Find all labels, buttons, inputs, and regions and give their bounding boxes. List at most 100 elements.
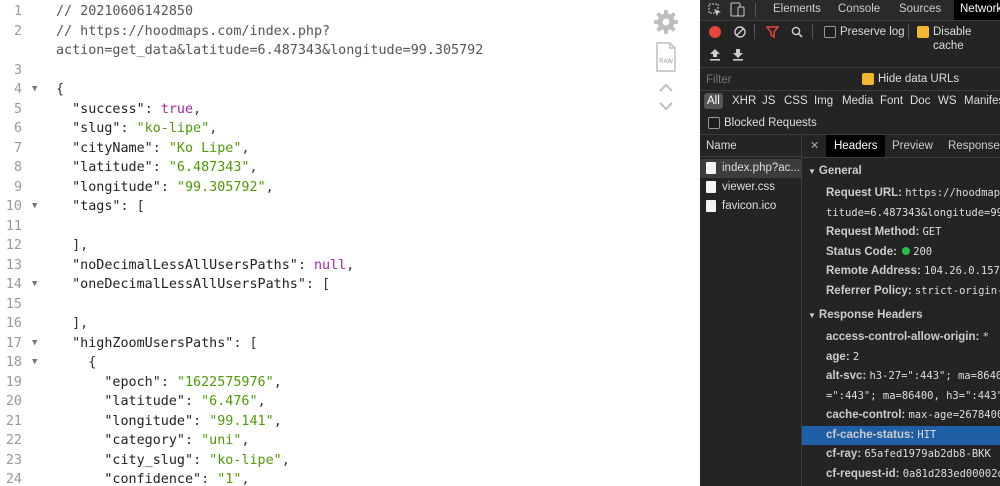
header-value: GET [922, 226, 942, 238]
filter-icon[interactable] [766, 26, 779, 38]
filter-input[interactable] [704, 71, 848, 89]
tab-elements[interactable]: Elements [773, 0, 821, 20]
code-token: null [313, 257, 347, 273]
header-key: Remote Address: [826, 265, 921, 277]
header-row[interactable]: Request URL: https://hoodmaps.com/index.… [826, 184, 1000, 203]
fold-toggle-icon[interactable]: ▼ [32, 275, 37, 295]
import-har-icon[interactable] [709, 48, 721, 61]
general-section-header[interactable]: ▼ General [808, 165, 862, 177]
request-row-favicon[interactable]: favicon.ico [700, 197, 801, 216]
image-icon [706, 200, 716, 212]
tab-network[interactable]: Network [954, 0, 1000, 20]
code-token: , [265, 179, 274, 195]
fold-toggle-icon[interactable]: ▼ [32, 334, 37, 354]
type-filter-all[interactable]: All [704, 93, 723, 109]
response-headers-title: Response Headers [818, 309, 923, 321]
code-line: 21 "longitude": "99.141", [0, 412, 650, 432]
request-row-viewer-css[interactable]: viewer.css [700, 178, 801, 197]
preserve-log-checkbox[interactable] [824, 26, 836, 38]
header-row[interactable]: Remote Address: 104.26.0.157:443 [826, 262, 1000, 281]
header-row[interactable]: access-control-allow-origin: * [826, 328, 1000, 347]
code-token: : [ [233, 335, 258, 351]
header-value: h3-27=":443"; ma=86400, h3-28 [869, 370, 1000, 382]
code-text: // 20210606142850 [56, 2, 193, 22]
code-token: , [281, 452, 290, 468]
fold-toggle-icon[interactable]: ▼ [32, 353, 37, 373]
hide-data-urls-checkbox[interactable] [862, 73, 874, 85]
code-token: "noDecimalLessAllUsersPaths" [56, 257, 298, 273]
code-token: "latitude" [56, 394, 185, 409]
header-row[interactable]: alt-svc: h3-27=":443"; ma=86400, h3-28 [826, 367, 1000, 386]
disable-cache-checkbox[interactable] [917, 26, 929, 38]
header-row[interactable]: cache-control: max-age=2678400 [826, 406, 1000, 425]
fold-toggle-icon[interactable]: ▼ [32, 80, 37, 100]
header-value: 0a81d283ed00002db8 [902, 467, 1000, 480]
tab-headers[interactable]: Headers [826, 135, 886, 157]
header-row[interactable]: cf-cache-status: HIT [802, 425, 1000, 445]
gear-icon[interactable] [653, 9, 679, 35]
line-number: 17 [5, 335, 22, 351]
record-icon[interactable] [709, 26, 721, 38]
header-row[interactable]: Request Method: GET [826, 223, 1000, 242]
request-row-index-php[interactable]: index.php?ac... [700, 159, 801, 178]
request-name: favicon.ico [722, 200, 777, 212]
code-token: "cityName" [56, 140, 153, 156]
type-filter-manifest[interactable]: Manifest [964, 93, 1000, 109]
tab-sources[interactable]: Sources [899, 0, 941, 20]
code-token: "6.487343" [168, 160, 250, 175]
type-filter-css[interactable]: CSS [784, 93, 808, 109]
code-text: "city_slug": "ko-lipe", [56, 451, 290, 471]
code-text: { [56, 80, 64, 100]
close-icon[interactable]: ✕ [810, 139, 819, 152]
type-filter-media[interactable]: Media [842, 93, 873, 109]
code-text: "category": "uni", [56, 431, 249, 451]
code-line: 14 ▼ "oneDecimalLessAllUsersPaths": [ [0, 275, 650, 295]
code-token: "99.305792" [176, 179, 266, 195]
header-row[interactable]: Referrer Policy: strict-origin-when-cros… [826, 282, 1000, 301]
tab-console[interactable]: Console [838, 0, 880, 20]
code-text: ], [56, 236, 88, 256]
code-token: , [346, 257, 355, 273]
scroll-up-down-icon[interactable] [657, 80, 675, 114]
line-number: 9 [13, 179, 22, 195]
raw-view-icon[interactable]: RAW [655, 42, 677, 72]
code-text: "confidence": "1", [56, 470, 249, 486]
tab-response[interactable]: Response [948, 135, 1000, 157]
clear-icon[interactable] [734, 26, 746, 38]
header-key: Status Code: [826, 245, 897, 258]
divider [812, 24, 813, 39]
export-har-icon[interactable] [732, 48, 744, 61]
type-filter-font[interactable]: Font [880, 93, 903, 109]
header-row[interactable]: =":443"; ma=86400, h3=":443"; ma=86400 [826, 387, 1000, 406]
name-column-header[interactable]: Name [700, 135, 801, 157]
header-row[interactable]: Status Code: 200 [826, 243, 1000, 262]
device-toolbar-icon[interactable] [730, 2, 746, 17]
type-filter-doc[interactable]: Doc [910, 93, 930, 109]
header-row[interactable]: cf-ray: 65afed1979ab2db8-BKK [826, 445, 1000, 464]
header-row[interactable]: cf-request-id: 0a81d283ed00002db8 [826, 465, 1000, 484]
search-icon[interactable] [791, 26, 803, 38]
import-export-toolbar [700, 43, 1000, 68]
code-token: : [144, 101, 161, 117]
code-token: : [193, 413, 210, 429]
type-filter-img[interactable]: Img [814, 93, 833, 109]
header-row[interactable]: titude=6.487343&longitude=99.305792 [826, 204, 1000, 223]
line-number: 7 [13, 140, 22, 156]
type-filter-ws[interactable]: WS [938, 93, 957, 109]
blocked-requests-checkbox[interactable] [708, 117, 720, 129]
header-value: 2 [852, 350, 860, 363]
type-filter-js[interactable]: JS [762, 93, 775, 109]
code-line: 19 "epoch": "1622575976", [0, 373, 650, 393]
inspect-element-icon[interactable] [708, 3, 722, 17]
code-token: : [297, 257, 314, 273]
fold-toggle-icon[interactable]: ▼ [32, 197, 37, 217]
type-filter-xhr[interactable]: XHR [732, 93, 756, 109]
line-number: 6 [13, 121, 22, 136]
response-headers-section-header[interactable]: ▼ Response Headers [808, 309, 922, 321]
divider [754, 24, 755, 39]
code-token: , [249, 160, 258, 175]
header-row[interactable]: age: 2 [826, 348, 1000, 367]
code-token: : [160, 374, 177, 390]
code-token: "uni" [201, 433, 242, 448]
tab-preview[interactable]: Preview [892, 135, 933, 157]
